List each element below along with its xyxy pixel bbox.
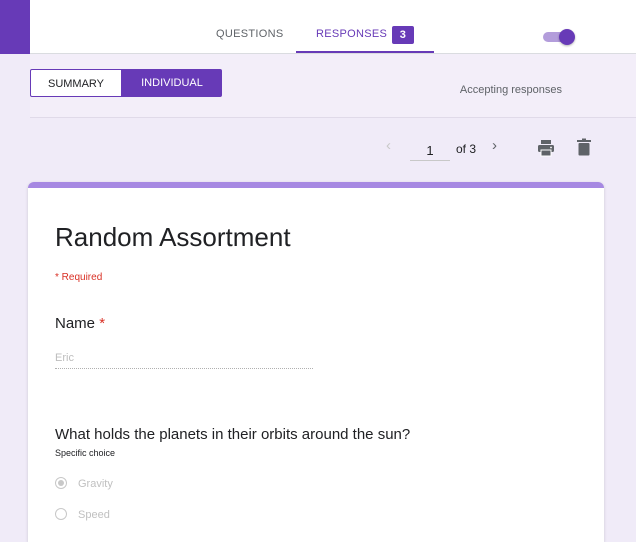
required-asterisk: * [99, 315, 106, 332]
print-icon[interactable] [537, 139, 555, 157]
accepting-responses-toggle-knob[interactable] [559, 29, 575, 45]
name-answer: Eric [55, 352, 313, 369]
option-speed: Speed [55, 507, 110, 523]
tab-responses[interactable]: RESPONSES 3 [296, 0, 434, 53]
response-card: Random Assortment * Required Name * Eric… [28, 182, 604, 542]
option-label: Speed [78, 509, 110, 521]
question-name-title: Name * [55, 315, 105, 332]
chevron-right-icon[interactable]: › [492, 137, 497, 154]
individual-button[interactable]: INDIVIDUAL [122, 69, 222, 97]
option-label: Gravity [78, 478, 113, 490]
option-gravity: Gravity [55, 476, 113, 492]
question-planets-description: Specific choice [55, 448, 116, 458]
chevron-left-icon[interactable]: ‹ [386, 137, 391, 154]
page-total-label: of 3 [456, 142, 477, 156]
response-count-badge: 3 [392, 26, 414, 44]
required-note: * Required [55, 272, 103, 283]
trash-icon[interactable] [576, 138, 592, 156]
tab-questions[interactable]: QUESTIONS [216, 0, 283, 53]
radio-selected-icon [55, 477, 67, 490]
tab-bar: QUESTIONS RESPONSES 3 [30, 0, 636, 54]
question-name-label: Name [55, 315, 96, 332]
responses-toolbar: SUMMARY INDIVIDUAL Accepting responses [30, 54, 636, 118]
summary-button[interactable]: SUMMARY [30, 69, 122, 97]
question-planets-title: What holds the planets in their orbits a… [55, 426, 411, 443]
accepting-responses-label: Accepting responses [459, 84, 562, 96]
radio-unselected-icon [55, 508, 67, 521]
form-title: Random Assortment [55, 222, 291, 252]
page-number-input[interactable] [410, 140, 450, 161]
